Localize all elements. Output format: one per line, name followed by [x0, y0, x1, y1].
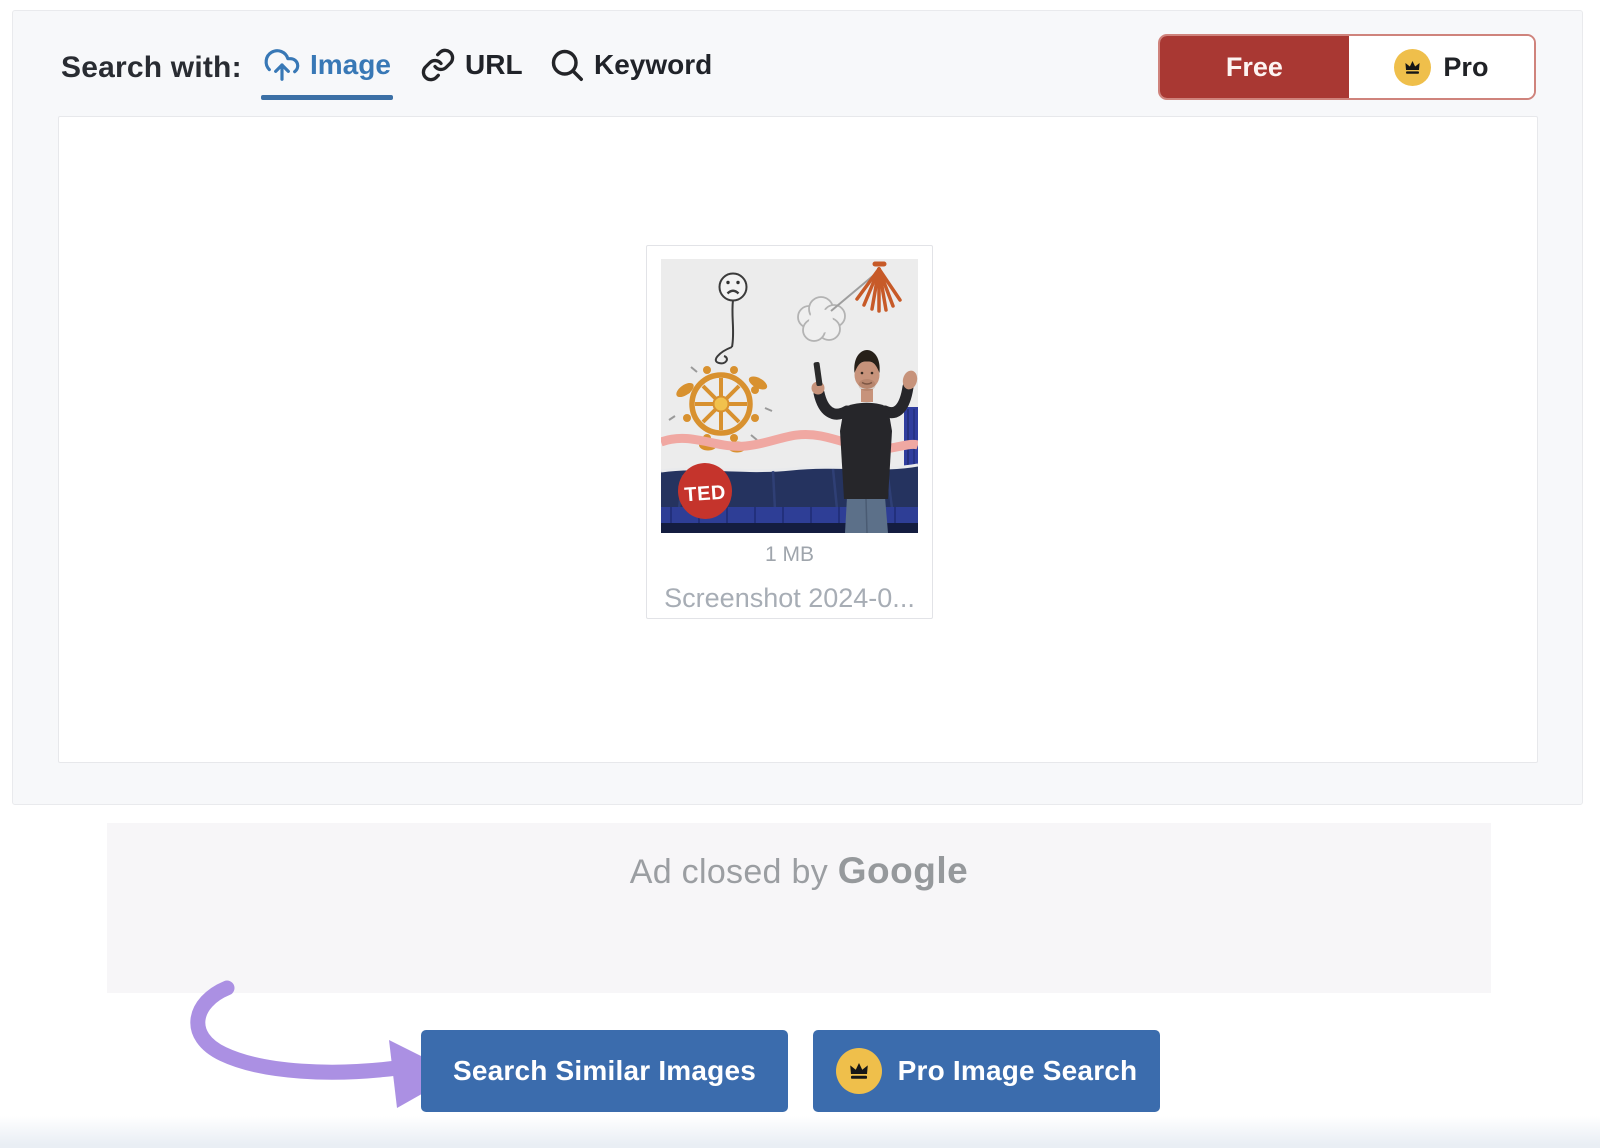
ad-text-prefix: Ad closed by — [630, 853, 828, 891]
active-tab-underline — [261, 95, 393, 100]
tab-url-label: URL — [465, 49, 523, 81]
tab-image[interactable]: Image — [263, 43, 391, 87]
ad-closed-text: Ad closed by Google — [107, 850, 1491, 892]
google-wordmark: Google — [838, 850, 968, 891]
link-icon — [420, 47, 456, 83]
pro-plan-button[interactable]: Pro — [1349, 36, 1534, 98]
ted-logo: TED — [684, 482, 727, 507]
search-similar-label: Search Similar Images — [453, 1055, 756, 1087]
search-with-label: Search with: — [61, 51, 242, 85]
magnifier-icon — [549, 47, 585, 83]
tab-keyword-label: Keyword — [594, 49, 712, 81]
tab-keyword[interactable]: Keyword — [549, 43, 712, 87]
search-similar-images-button[interactable]: Search Similar Images — [421, 1030, 788, 1112]
plan-toggle: Free Pro — [1158, 34, 1536, 100]
tab-url[interactable]: URL — [420, 43, 523, 87]
uploaded-file-card[interactable]: TED — [646, 245, 933, 619]
pro-image-search-button[interactable]: Pro Image Search — [813, 1030, 1160, 1112]
pro-plan-label: Pro — [1443, 52, 1488, 83]
search-panel: Search with: Image URL — [12, 10, 1583, 805]
uploaded-image-thumbnail: TED — [661, 259, 918, 533]
pro-image-search-label: Pro Image Search — [898, 1055, 1138, 1087]
file-name: Screenshot 2024-0... — [664, 583, 915, 614]
crown-icon — [836, 1048, 882, 1094]
file-size: 1 MB — [765, 543, 814, 567]
free-plan-button[interactable]: Free — [1160, 36, 1349, 98]
crown-icon — [1394, 49, 1431, 86]
tab-image-label: Image — [310, 49, 391, 81]
upload-cloud-icon — [263, 46, 301, 84]
image-search-page: Search with: Image URL — [0, 0, 1600, 1148]
upload-dropzone[interactable]: TED — [58, 116, 1538, 763]
